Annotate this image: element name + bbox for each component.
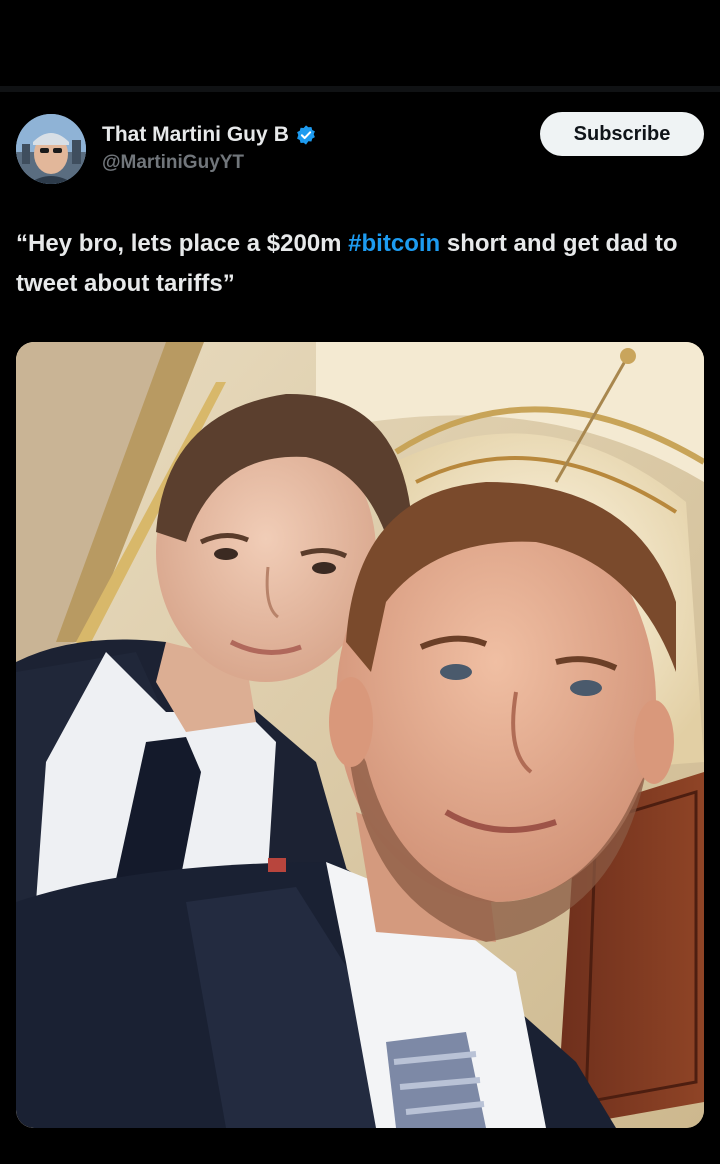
divider	[0, 86, 720, 92]
post-header: That Martini Guy B @MartiniGuyYT Subscri…	[16, 112, 704, 188]
post-text: “Hey bro, lets place a $200m #bitcoin sh…	[16, 224, 696, 304]
status-bar-area	[0, 0, 720, 86]
open-quote: “	[16, 230, 28, 257]
post-photo[interactable]	[16, 342, 704, 1128]
hashtag-link[interactable]: #bitcoin	[348, 230, 440, 257]
user-handle[interactable]: @MartiniGuyYT	[102, 152, 244, 174]
display-name[interactable]: That Martini Guy	[102, 123, 268, 147]
avatar-image	[16, 114, 86, 184]
name-suffix: B	[273, 123, 289, 146]
subscribe-button[interactable]: Subscribe	[540, 112, 704, 156]
post-text-before: Hey bro, lets place a $200m	[28, 230, 349, 257]
selfie-photo-illustration	[16, 342, 704, 1128]
close-quote: ”	[222, 270, 235, 297]
verified-badge-icon	[295, 124, 317, 146]
name-line: That Martini Guy B	[102, 122, 317, 148]
avatar[interactable]	[16, 114, 86, 184]
